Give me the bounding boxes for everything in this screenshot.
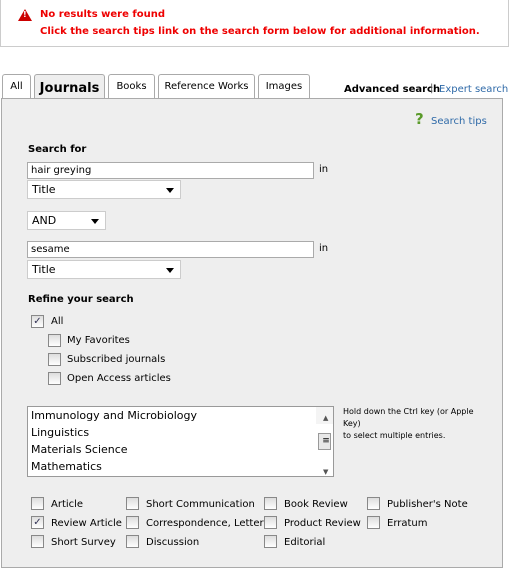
article-checkbox[interactable] <box>31 497 44 510</box>
operator-value: AND <box>32 214 57 227</box>
expert-search-link[interactable]: Expert search <box>439 84 508 95</box>
alert-title: No results were found <box>40 9 165 20</box>
product-review-checkbox[interactable] <box>264 516 277 529</box>
tab-books[interactable]: Books <box>108 74 155 99</box>
field-2-value: Title <box>32 263 56 276</box>
short-communication-checkbox[interactable] <box>126 497 139 510</box>
advanced-search-label: Advanced search <box>344 84 441 95</box>
list-item[interactable]: Materials Science <box>28 441 333 458</box>
error-alert: ! No results were found Click the search… <box>0 0 509 47</box>
open-access-checkbox[interactable] <box>48 372 61 385</box>
review-article-label: Review Article <box>51 518 122 529</box>
short-communication-label: Short Communication <box>146 499 255 510</box>
field-1-select[interactable]: Title <box>27 180 181 199</box>
operator-select[interactable]: AND <box>27 211 106 230</box>
publishers-note-checkbox[interactable] <box>367 497 380 510</box>
tab-journals[interactable]: Journals <box>34 74 105 100</box>
discussion-checkbox[interactable] <box>126 535 139 548</box>
scrollbar[interactable]: ▲ ≡ ▼ <box>316 407 333 476</box>
article-label: Article <box>51 499 84 510</box>
correspondence-checkbox[interactable] <box>126 516 139 529</box>
search-tips-link[interactable]: Search tips <box>431 116 487 127</box>
in-label: in <box>319 164 329 175</box>
separator: | <box>430 83 434 94</box>
book-review-label: Book Review <box>284 499 348 510</box>
subscribed-label: Subscribed journals <box>67 354 166 365</box>
warning-icon: ! <box>18 9 32 21</box>
correspondence-label: Correspondence, Letter <box>146 518 264 529</box>
refine-label: Refine your search <box>28 294 134 305</box>
alert-message: Click the search tips link on the search… <box>40 26 480 37</box>
my-favorites-label: My Favorites <box>67 335 130 346</box>
tab-images[interactable]: Images <box>258 74 310 99</box>
chevron-down-icon <box>166 268 174 273</box>
scope-all-label: All <box>51 316 64 327</box>
hint-line-2: to select multiple entries. <box>343 431 446 440</box>
search-for-label: Search for <box>28 144 87 155</box>
erratum-checkbox[interactable] <box>367 516 380 529</box>
discussion-label: Discussion <box>146 537 200 548</box>
help-icon: ? <box>415 110 424 128</box>
field-2-select[interactable]: Title <box>27 260 181 279</box>
search-term-1-input[interactable]: hair greying <box>27 162 314 179</box>
list-item[interactable]: Mathematics <box>28 458 333 475</box>
short-survey-label: Short Survey <box>51 537 116 548</box>
scroll-thumb[interactable]: ≡ <box>318 433 331 450</box>
chevron-down-icon <box>166 188 174 193</box>
search-term-2-input[interactable]: sesame <box>27 241 314 258</box>
chevron-down-icon <box>91 219 99 224</box>
in-label: in <box>319 243 329 254</box>
list-item[interactable]: Immunology and Microbiology <box>28 407 333 424</box>
field-1-value: Title <box>32 183 56 196</box>
scroll-down-icon[interactable]: ▼ <box>320 464 328 481</box>
tab-reference-works[interactable]: Reference Works <box>158 74 255 99</box>
scope-all-checkbox[interactable]: ✓ <box>31 315 44 328</box>
subscribed-checkbox[interactable] <box>48 353 61 366</box>
subject-listbox[interactable]: Immunology and Microbiology Linguistics … <box>27 406 334 477</box>
scroll-up-icon[interactable]: ▲ <box>320 410 328 427</box>
publishers-note-label: Publisher's Note <box>387 499 468 510</box>
my-favorites-checkbox[interactable] <box>48 334 61 347</box>
hint-line-1: Hold down the Ctrl key (or Apple Key) <box>343 407 474 428</box>
review-article-checkbox[interactable]: ✓ <box>31 516 44 529</box>
multi-select-hint: Hold down the Ctrl key (or Apple Key) to … <box>343 406 493 442</box>
editorial-checkbox[interactable] <box>264 535 277 548</box>
tab-all[interactable]: All <box>2 74 31 99</box>
product-review-label: Product Review <box>284 518 361 529</box>
short-survey-checkbox[interactable] <box>31 535 44 548</box>
open-access-label: Open Access articles <box>67 373 171 384</box>
erratum-label: Erratum <box>387 518 428 529</box>
list-item[interactable]: Linguistics <box>28 424 333 441</box>
editorial-label: Editorial <box>284 537 326 548</box>
book-review-checkbox[interactable] <box>264 497 277 510</box>
